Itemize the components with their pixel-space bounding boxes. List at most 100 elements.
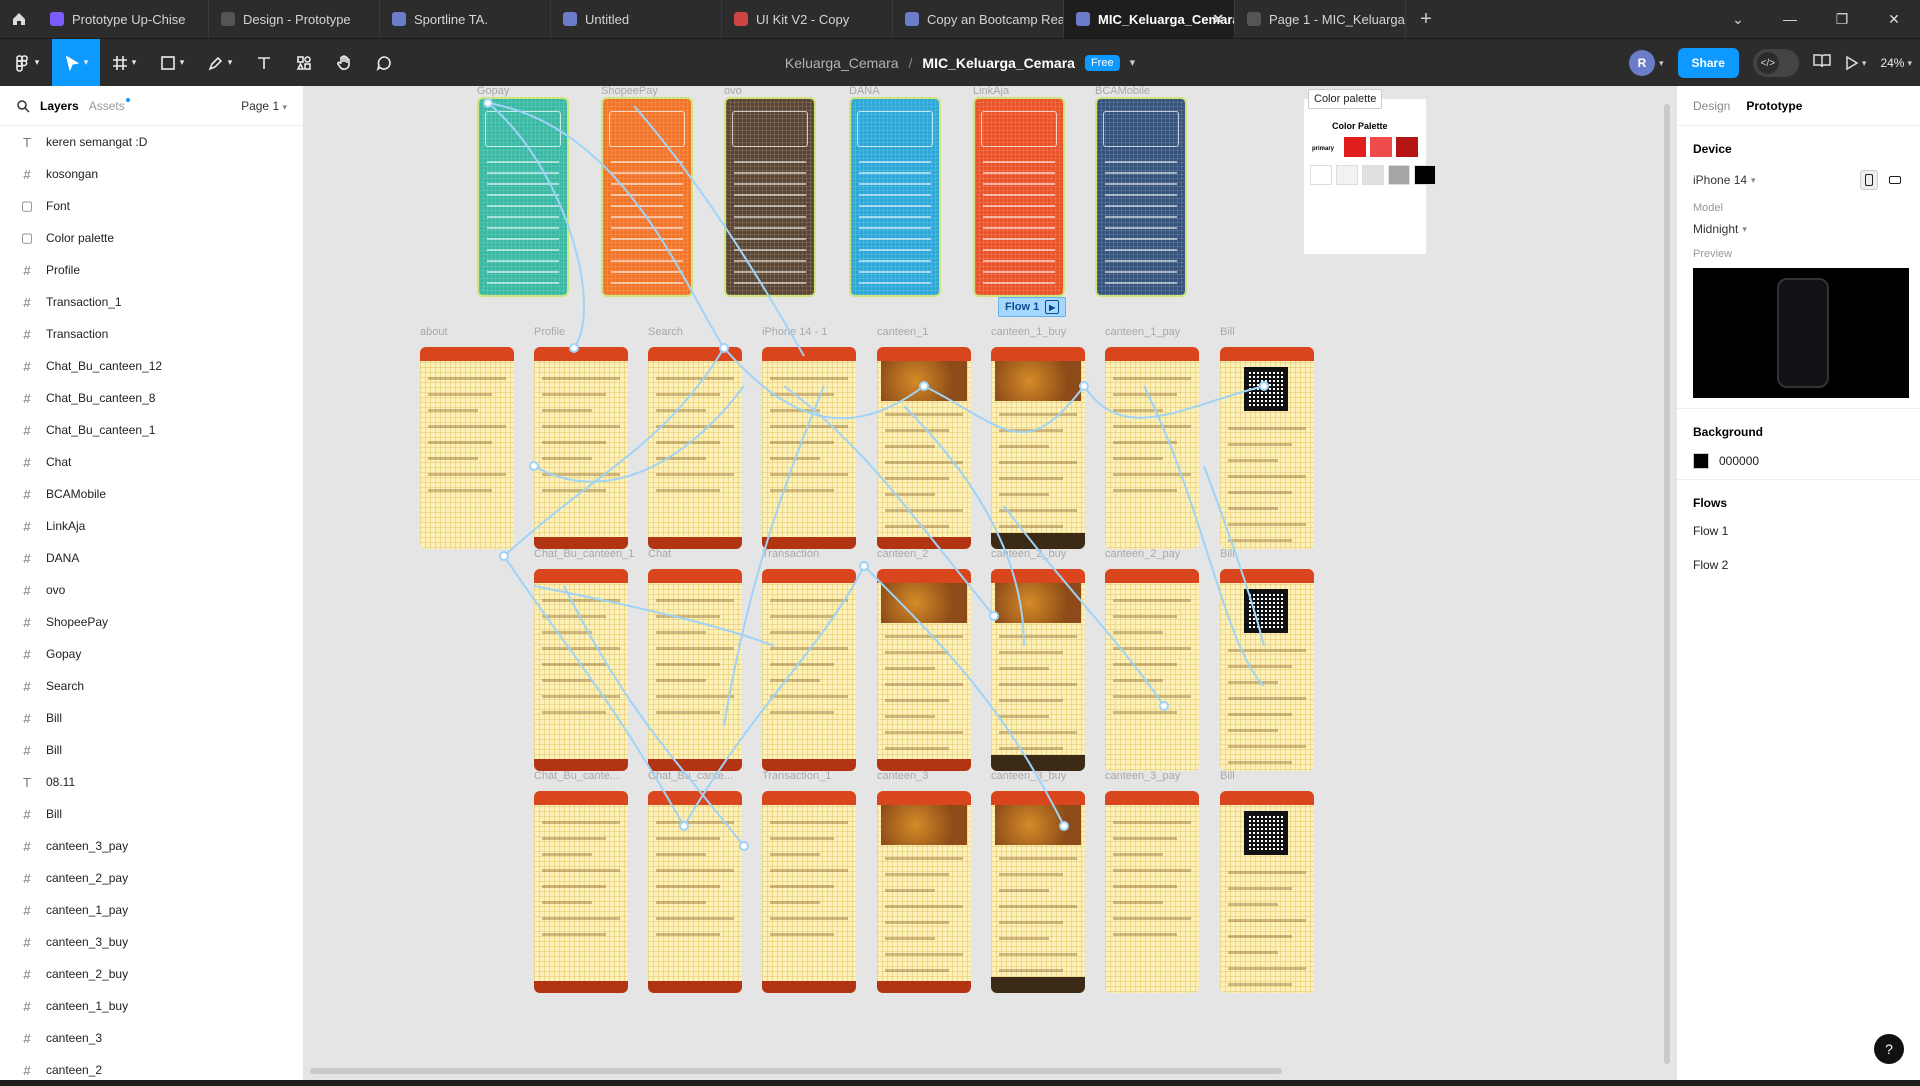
- layer-item[interactable]: # canteen_3: [0, 1022, 303, 1054]
- screen-canteen-3[interactable]: [877, 791, 971, 993]
- frame-tool-button[interactable]: ▾: [100, 39, 148, 87]
- neutral-swatch[interactable]: [1310, 165, 1332, 185]
- layer-item[interactable]: # canteen_2: [0, 1054, 303, 1086]
- layer-item[interactable]: # canteen_2_buy: [0, 958, 303, 990]
- screen-canteen-2-pay[interactable]: [1105, 569, 1199, 771]
- neutral-swatch[interactable]: [1362, 165, 1384, 185]
- tab-7[interactable]: Page 1 - MIC_Keluarga_Cemara: [1235, 0, 1406, 38]
- text-tool-button[interactable]: [244, 39, 284, 87]
- frame-label[interactable]: Chat_Bu_canteen_1: [534, 548, 634, 560]
- background-color-row[interactable]: 000000: [1693, 453, 1904, 469]
- layer-item[interactable]: # ShopeePay: [0, 606, 303, 638]
- connection-node[interactable]: [859, 561, 869, 571]
- payment-frame-bcamobile[interactable]: [1095, 97, 1187, 297]
- layer-item[interactable]: # Bill: [0, 798, 303, 830]
- connection-node[interactable]: [499, 551, 509, 561]
- layer-item[interactable]: # Search: [0, 670, 303, 702]
- tab-design[interactable]: Design: [1693, 99, 1730, 113]
- search-icon[interactable]: [16, 99, 30, 113]
- screen-transaction[interactable]: [762, 569, 856, 771]
- payment-frame-dana[interactable]: [849, 97, 941, 297]
- screen-iphone-14-1[interactable]: [762, 347, 856, 549]
- frame-label[interactable]: Transaction_1: [762, 770, 831, 782]
- file-name[interactable]: MIC_Keluarga_Cemara: [922, 55, 1075, 71]
- screen-canteen-1[interactable]: [877, 347, 971, 549]
- frame-label[interactable]: Chat_Bu_cante...: [534, 770, 619, 782]
- screen-profile[interactable]: [534, 347, 628, 549]
- frame-label[interactable]: canteen_1: [877, 326, 928, 338]
- flow-starting-point[interactable]: Flow 1 ▶: [998, 297, 1067, 317]
- close-icon[interactable]: ✕: [1212, 11, 1224, 28]
- chevron-down-icon[interactable]: ⌄: [1712, 0, 1764, 38]
- layer-item[interactable]: # kosongan: [0, 158, 303, 190]
- screen-bill[interactable]: [1220, 347, 1314, 549]
- frame-label[interactable]: Chat: [648, 548, 671, 560]
- frame-label[interactable]: BCAMobile: [1095, 86, 1150, 97]
- screen-about[interactable]: [420, 347, 514, 549]
- frame-label[interactable]: Profile: [534, 326, 565, 338]
- screen-canteen-1-buy[interactable]: [991, 347, 1085, 549]
- payment-frame-shopeepay[interactable]: [601, 97, 693, 297]
- tab-layers[interactable]: Layers: [40, 99, 79, 113]
- device-dropdown[interactable]: iPhone 14 ▾: [1693, 173, 1756, 187]
- primary-swatch[interactable]: [1344, 137, 1366, 157]
- screen-canteen-3-pay[interactable]: [1105, 791, 1199, 993]
- layer-item[interactable]: # canteen_2_pay: [0, 862, 303, 894]
- screen-bill[interactable]: [1220, 569, 1314, 771]
- new-tab-button[interactable]: +: [1406, 0, 1446, 38]
- layer-item[interactable]: # BCAMobile: [0, 478, 303, 510]
- page-selector[interactable]: Page 1 ▾: [241, 99, 287, 113]
- payment-frame-linkaja[interactable]: [973, 97, 1065, 297]
- model-dropdown[interactable]: Midnight ▾: [1693, 222, 1904, 236]
- screen-search[interactable]: [648, 347, 742, 549]
- tab-6[interactable]: MIC_Keluarga_Cemara ✕: [1064, 0, 1235, 38]
- layer-item[interactable]: # Chat: [0, 446, 303, 478]
- landscape-orientation-button[interactable]: [1886, 170, 1904, 190]
- present-button[interactable]: ▾: [1845, 55, 1866, 71]
- frame-label[interactable]: canteen_3_buy: [991, 770, 1066, 782]
- minimize-button[interactable]: —: [1764, 0, 1816, 38]
- screen-chat-bu-cante-[interactable]: [648, 791, 742, 993]
- hand-tool-button[interactable]: [324, 39, 364, 87]
- frame-label[interactable]: Gopay: [477, 86, 509, 97]
- screen-chat-bu-canteen-1[interactable]: [534, 569, 628, 771]
- frame-label[interactable]: canteen_1_pay: [1105, 326, 1180, 338]
- vertical-scrollbar[interactable]: [1664, 104, 1670, 1064]
- layer-item[interactable]: # Chat_Bu_canteen_8: [0, 382, 303, 414]
- payment-frame-gopay[interactable]: [477, 97, 569, 297]
- layer-item[interactable]: # LinkAja: [0, 510, 303, 542]
- dev-mode-toggle[interactable]: </>: [1752, 49, 1799, 77]
- layer-item[interactable]: # canteen_3_pay: [0, 830, 303, 862]
- layer-item[interactable]: # ovo: [0, 574, 303, 606]
- payment-frame-ovo[interactable]: [724, 97, 816, 297]
- close-window-button[interactable]: ✕: [1868, 0, 1920, 38]
- layer-item[interactable]: # DANA: [0, 542, 303, 574]
- tab-3[interactable]: Untitled: [551, 0, 722, 38]
- frame-label[interactable]: Bill: [1220, 326, 1235, 338]
- frame-label[interactable]: LinkAja: [973, 86, 1009, 97]
- color-palette-frame[interactable]: Color palette Color Palette primary: [1304, 89, 1436, 254]
- screen-bill[interactable]: [1220, 791, 1314, 993]
- frame-label[interactable]: DANA: [849, 86, 880, 97]
- screen-canteen-2-buy[interactable]: [991, 569, 1085, 771]
- layer-item[interactable]: T 08.11: [0, 766, 303, 798]
- tab-prototype[interactable]: Prototype: [1746, 99, 1802, 113]
- primary-swatch[interactable]: [1396, 137, 1418, 157]
- frame-label[interactable]: canteen_2_buy: [991, 548, 1066, 560]
- restore-button[interactable]: ❐: [1816, 0, 1868, 38]
- neutral-swatch[interactable]: [1336, 165, 1358, 185]
- frame-label[interactable]: iPhone 14 - 1: [762, 326, 827, 338]
- layer-item[interactable]: ▢ Font: [0, 190, 303, 222]
- frame-label[interactable]: Bill: [1220, 770, 1235, 782]
- layer-item[interactable]: # canteen_1_pay: [0, 894, 303, 926]
- screen-canteen-3-buy[interactable]: [991, 791, 1085, 993]
- shape-tool-button[interactable]: ▾: [148, 39, 196, 87]
- help-button[interactable]: ?: [1874, 1034, 1904, 1064]
- frame-label[interactable]: Search: [648, 326, 683, 338]
- frame-label[interactable]: about: [420, 326, 448, 338]
- background-swatch[interactable]: [1693, 453, 1709, 469]
- layer-item[interactable]: # Chat_Bu_canteen_12: [0, 350, 303, 382]
- project-name[interactable]: Keluarga_Cemara: [785, 55, 899, 71]
- chevron-down-icon[interactable]: ▾: [1130, 56, 1136, 69]
- layer-item[interactable]: # canteen_3_buy: [0, 926, 303, 958]
